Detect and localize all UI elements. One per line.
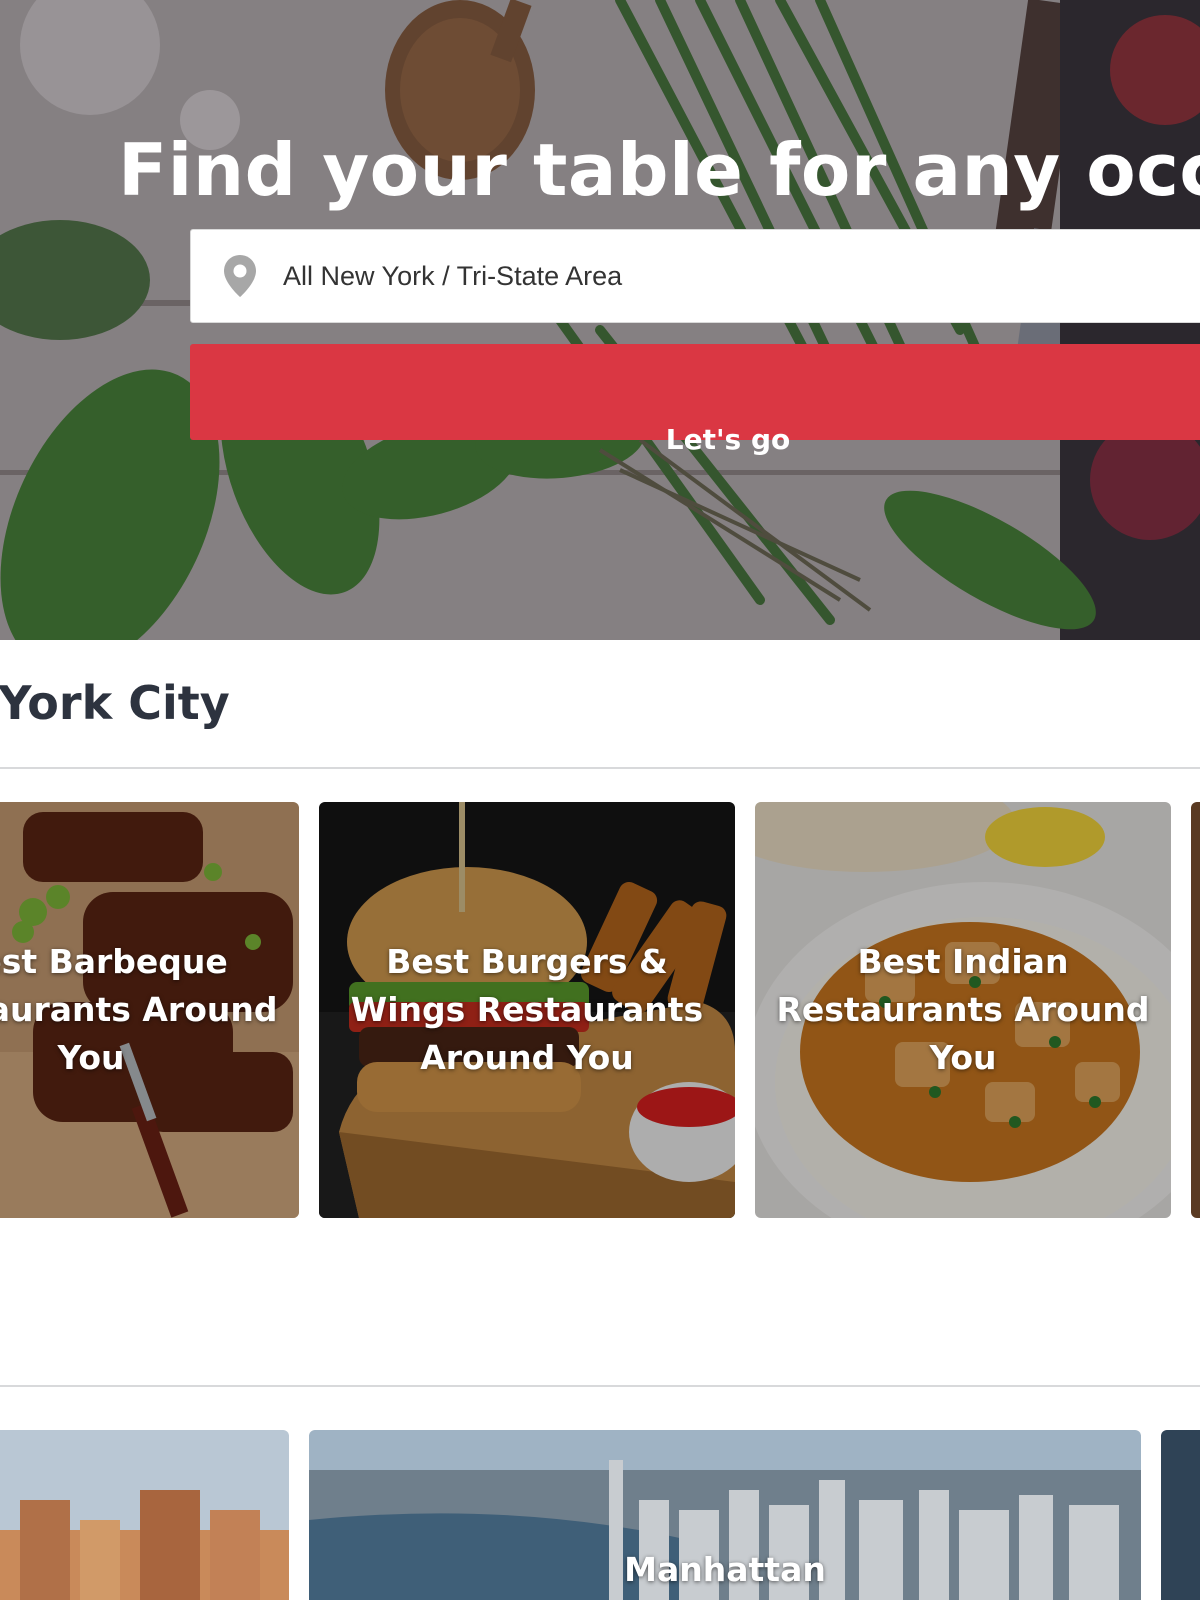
location-value: All New York / Tri-State Area — [283, 261, 623, 291]
neighborhood-image — [1161, 1430, 1200, 1600]
collection-card-barbeque[interactable]: Best Barbeque Restaurants Around You — [0, 802, 299, 1218]
neighborhood-card-manhattan[interactable]: Manhattan — [309, 1430, 1141, 1600]
next-card-image — [1191, 802, 1200, 1218]
collection-card-label: Best Indian Restaurants Around You — [776, 942, 1150, 1077]
hero-title: Find your table for any occasion — [118, 128, 1200, 212]
hero-section: Find your table for any occasion All New… — [0, 0, 1200, 640]
neighborhood-label: Manhattan — [624, 1550, 826, 1589]
neighborhood-card-right[interactable] — [1161, 1430, 1200, 1600]
collection-card-burgers-wings[interactable]: Best Burgers & Wings Restaurants Around … — [319, 802, 735, 1218]
lets-go-button[interactable]: Let's go — [190, 344, 1200, 456]
page: Find your table for any occasion All New… — [0, 0, 1200, 1600]
map-pin-icon — [223, 254, 257, 298]
collection-card-label: Best Barbeque Restaurants Around You — [0, 942, 278, 1077]
collection-card-indian[interactable]: Best Indian Restaurants Around You — [755, 802, 1171, 1218]
lets-go-label: Let's go — [665, 423, 791, 456]
section-title: New York City — [0, 676, 230, 730]
collection-card-label: Best Burgers & Wings Restaurants Around … — [350, 942, 704, 1077]
neighborhood-card-left[interactable] — [0, 1430, 289, 1600]
location-selector[interactable]: All New York / Tri-State Area — [190, 229, 1200, 323]
section-divider — [0, 767, 1200, 769]
collection-card-next[interactable] — [1191, 802, 1200, 1218]
section-divider — [0, 1385, 1200, 1387]
city-skyline-image — [0, 1430, 289, 1600]
